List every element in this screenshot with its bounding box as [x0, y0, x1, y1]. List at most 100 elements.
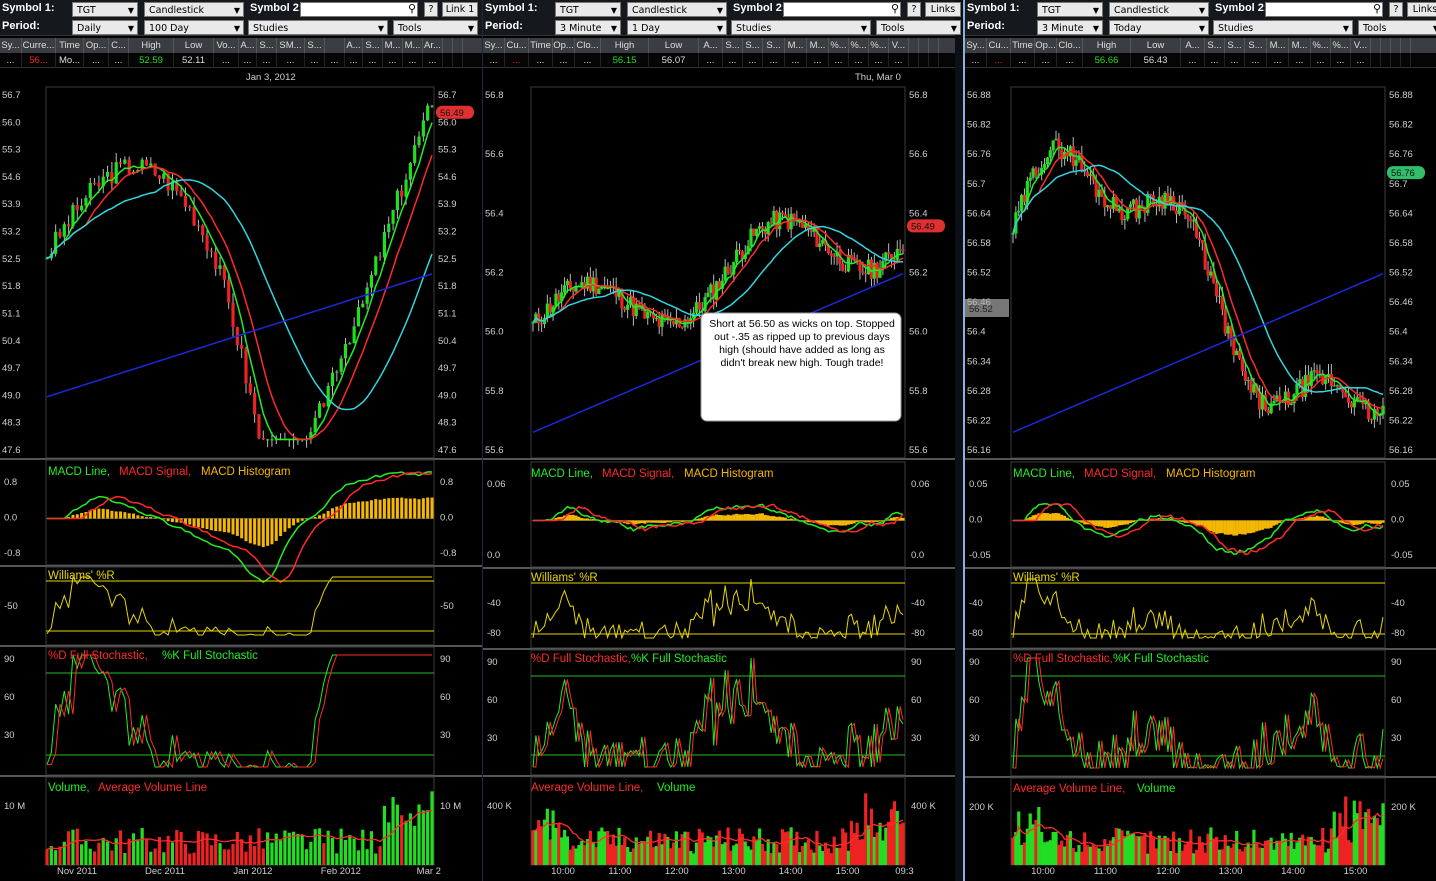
quote-header-cell[interactable]: %... [869, 38, 889, 53]
quote-header-cell[interactable]: %... [1311, 38, 1331, 53]
quote-header-cell[interactable]: M... [785, 38, 807, 53]
range-dropdown[interactable]: Today ▼ [1109, 20, 1209, 35]
macd-histogram-bar [663, 520, 667, 523]
symbol2-input[interactable]: ⚲ [300, 2, 418, 17]
quote-header-cell[interactable]: Curre... [22, 38, 56, 53]
volume-bar [760, 843, 765, 865]
quote-header-cell[interactable]: Time [529, 38, 553, 53]
quote-header-cell[interactable]: Time [1011, 38, 1035, 53]
interval-dropdown[interactable]: 3 Minute ▼ [1037, 20, 1103, 35]
quote-header-cell[interactable] [919, 38, 929, 53]
help-button[interactable]: ? [1389, 2, 1403, 17]
quote-header-cell[interactable]: Sy... [965, 38, 987, 53]
quote-header-cell[interactable] [1401, 38, 1411, 53]
quote-header-cell[interactable]: S... [743, 38, 763, 53]
quote-header-cell[interactable]: Vo... [214, 38, 239, 53]
quote-header-cell[interactable]: V... [889, 38, 909, 53]
range-dropdown[interactable]: 1 Day ▼ [627, 20, 727, 35]
chart-type-dropdown[interactable]: Candlestick ▼ [627, 2, 727, 17]
quote-header-cell[interactable]: Sy... [483, 38, 505, 53]
quote-header-cell[interactable]: Cu... [505, 38, 529, 53]
symbol1-dropdown[interactable]: TGT ▼ [72, 2, 138, 17]
quote-header-cell[interactable]: Cu... [987, 38, 1011, 53]
candle-body [752, 228, 756, 236]
quote-header-cell[interactable]: High [601, 38, 649, 53]
quote-header-cell[interactable]: S... [763, 38, 785, 53]
quote-header-cell[interactable]: M... [1289, 38, 1311, 53]
link-button[interactable]: Links [925, 2, 961, 17]
quote-header-cell[interactable]: Op... [1035, 38, 1057, 53]
quote-header-cell[interactable]: Low [649, 38, 699, 53]
quote-header-cell[interactable]: S... [257, 38, 277, 53]
quote-header-cell[interactable]: %... [1331, 38, 1351, 53]
help-button[interactable]: ? [424, 2, 438, 17]
macd-histogram-bar [824, 520, 828, 525]
volume-tick-right: 400 K [911, 801, 936, 812]
quote-header-cell[interactable] [443, 38, 453, 53]
link-button[interactable]: Links [1407, 2, 1436, 17]
interval-dropdown[interactable]: Daily ▼ [72, 20, 138, 35]
tools-dropdown[interactable]: Tools▼ [1358, 20, 1436, 35]
quote-header-cell[interactable]: High [129, 38, 174, 53]
chart-type-dropdown[interactable]: Candlestick ▼ [144, 2, 244, 17]
candle-body [709, 284, 713, 293]
quote-header-cell[interactable] [1371, 38, 1381, 53]
quote-header-cell[interactable]: M... [403, 38, 423, 53]
symbol2-input[interactable]: ⚲ [783, 2, 901, 17]
magnifier-icon[interactable]: ⚲ [408, 2, 416, 15]
quote-header-cell[interactable] [453, 38, 463, 53]
chart-type-dropdown[interactable]: Candlestick ▼ [1109, 2, 1209, 17]
quote-header-cell[interactable]: Op... [553, 38, 575, 53]
quote-header-cell[interactable]: A... [699, 38, 723, 53]
quote-header-cell[interactable]: Ar... [423, 38, 443, 53]
quote-header-cell[interactable]: M... [807, 38, 829, 53]
symbol1-dropdown[interactable]: TGT ▼ [1037, 2, 1103, 17]
quote-header-cell[interactable]: Clo... [575, 38, 601, 53]
quote-header-cell[interactable]: A... [239, 38, 257, 53]
help-button[interactable]: ? [907, 2, 921, 17]
quote-header-cell[interactable]: Low [1131, 38, 1181, 53]
studies-dropdown[interactable]: Studies ▼ [731, 20, 871, 35]
magnifier-icon[interactable]: ⚲ [1373, 2, 1381, 15]
quote-header-cell[interactable]: Op... [84, 38, 109, 53]
tools-dropdown[interactable]: Tools▼ [393, 20, 478, 35]
quote-header-cell[interactable]: %... [829, 38, 849, 53]
quote-header-cell[interactable] [929, 38, 939, 53]
chart-area[interactable]: 56.8 56.8 56.6 56.6 56.4 56.4 56.2 56.2 56.0 56.0… [483, 70, 955, 881]
quote-header-cell[interactable]: A... [1181, 38, 1205, 53]
studies-dropdown[interactable]: Studies ▼ [248, 20, 388, 35]
quote-header-cell[interactable]: Low [174, 38, 214, 53]
quote-header-cell[interactable] [1391, 38, 1401, 53]
interval-dropdown[interactable]: 3 Minute ▼ [555, 20, 621, 35]
magnifier-icon[interactable]: ⚲ [891, 2, 899, 15]
quote-header-cell[interactable]: S... [1245, 38, 1267, 53]
candle-body [369, 274, 374, 288]
quote-header-cell[interactable] [909, 38, 919, 53]
symbol1-dropdown[interactable]: TGT ▼ [555, 2, 621, 17]
chart-area[interactable]: 56.88 56.8856.82 56.8256.76 56.7656.7 56.756… [965, 70, 1436, 881]
studies-dropdown[interactable]: Studies ▼ [1213, 20, 1353, 35]
tools-dropdown[interactable]: Tools▼ [876, 20, 961, 35]
quote-header-cell[interactable] [1381, 38, 1391, 53]
quote-header-cell[interactable]: S... [363, 38, 383, 53]
link-button[interactable]: Link 1 [442, 2, 478, 17]
quote-header-cell[interactable]: High [1083, 38, 1131, 53]
chart-area[interactable]: 56.7 56.7 56.0 56.0 55.3 55.3 54.6 54.6 53.9 53.9… [0, 70, 482, 881]
range-dropdown[interactable]: 100 Day ▼ [144, 20, 244, 35]
symbol2-input[interactable]: ⚲ [1265, 2, 1383, 17]
quote-header-cell[interactable]: %... [849, 38, 869, 53]
quote-header-cell[interactable]: V... [1351, 38, 1371, 53]
quote-header-cell[interactable]: S... [1225, 38, 1245, 53]
quote-header-cell[interactable]: A... [345, 38, 363, 53]
quote-header-cell[interactable]: C... [109, 38, 129, 53]
quote-header-cell[interactable]: M... [1267, 38, 1289, 53]
quote-header-cell[interactable]: Sy... [0, 38, 22, 53]
quote-header-cell[interactable]: Time [56, 38, 84, 53]
quote-header-cell[interactable]: Clo... [1057, 38, 1083, 53]
quote-header-cell[interactable] [325, 38, 345, 53]
quote-header-cell[interactable]: SM... [277, 38, 305, 53]
quote-header-cell[interactable]: S... [1205, 38, 1225, 53]
quote-header-cell[interactable]: S... [723, 38, 743, 53]
quote-header-cell[interactable]: M... [383, 38, 403, 53]
quote-header-cell[interactable]: S... [305, 38, 325, 53]
